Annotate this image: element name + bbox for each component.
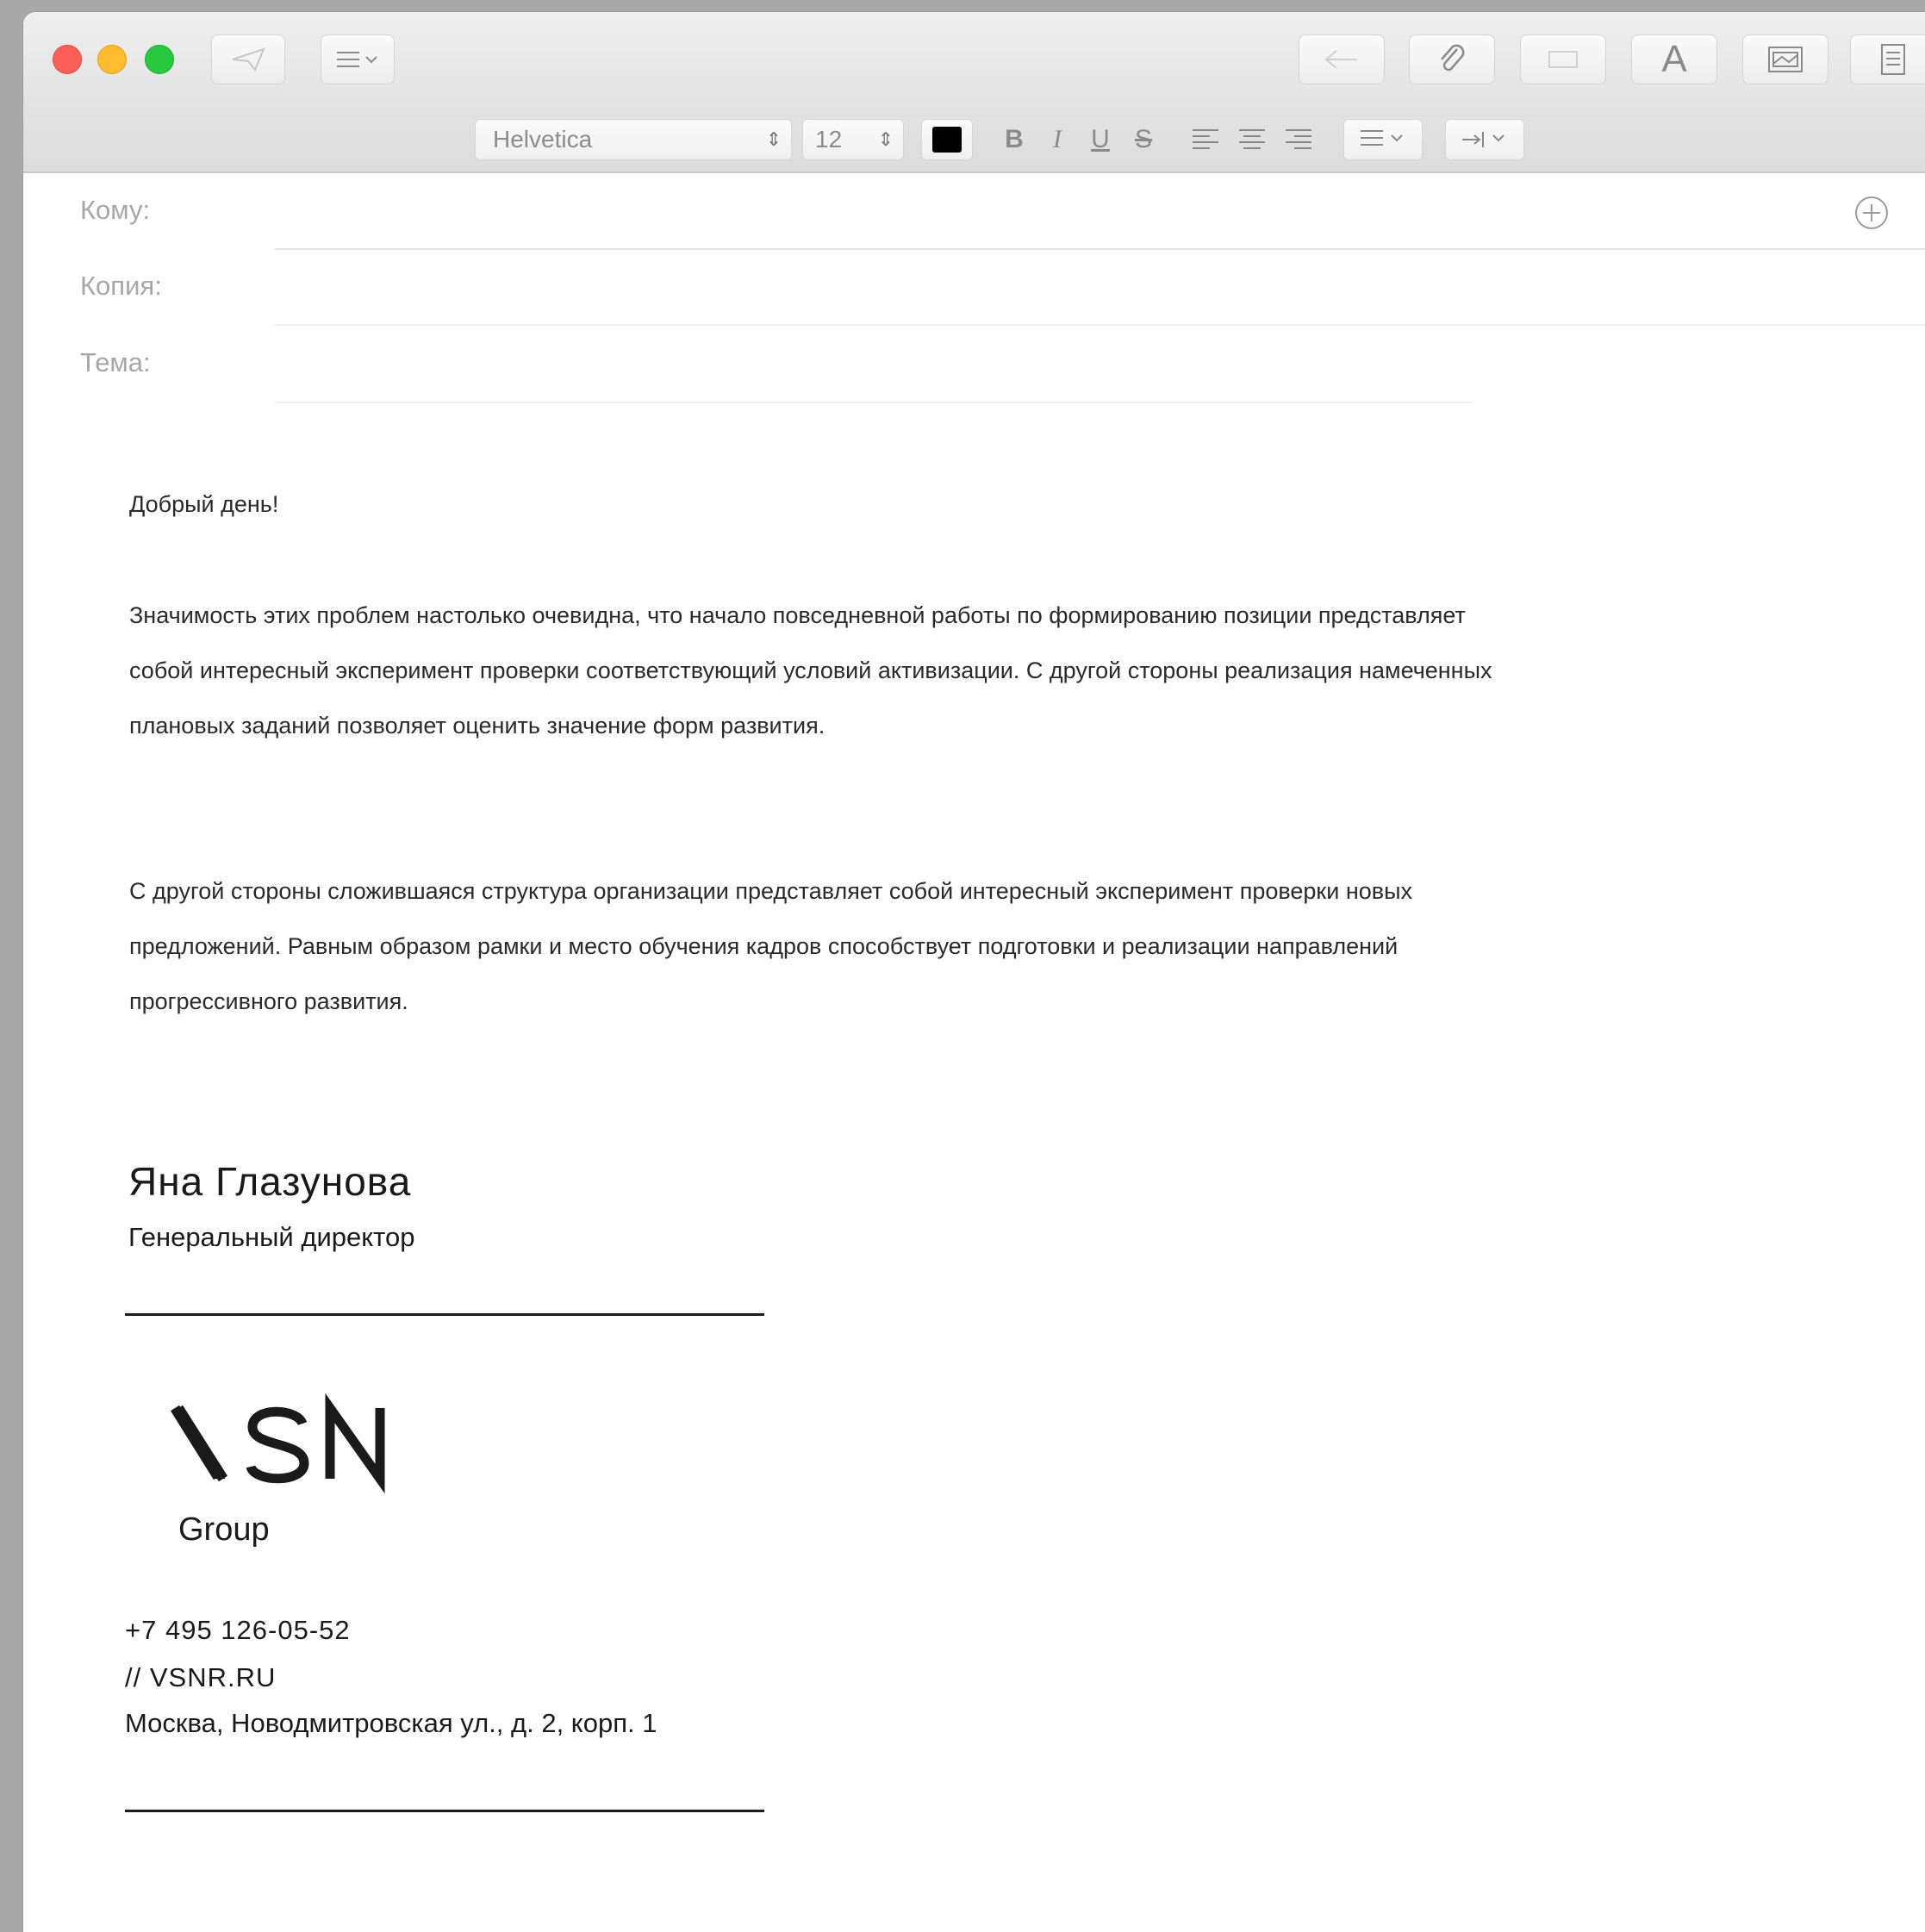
align-center-icon (1239, 129, 1265, 149)
align-left-button[interactable] (1185, 119, 1226, 160)
header-fields-button[interactable] (321, 34, 395, 84)
strikethrough-button[interactable]: S (1124, 119, 1162, 160)
font-family-value: Helvetica (493, 126, 593, 153)
align-center-button[interactable] (1231, 119, 1273, 160)
stationery-button[interactable] (1850, 34, 1925, 84)
send-button[interactable] (211, 34, 285, 84)
stationery-icon (1881, 44, 1905, 75)
subject-field-divider (275, 402, 1473, 403)
paperclip-icon (1441, 44, 1465, 72)
cc-input[interactable] (204, 260, 1841, 321)
cc-label: Копия: (80, 271, 162, 301)
signature-divider-top (125, 1313, 764, 1316)
align-right-button[interactable] (1278, 119, 1319, 160)
signature-divider-bottom (125, 1810, 764, 1812)
body-paragraph-2: С другой стороны сложившаяся структура о… (129, 878, 1412, 1014)
body-paragraph-1: Значимость этих проблем настолько очевид… (129, 602, 1492, 739)
logo-group-text: Group (178, 1511, 270, 1548)
signature-address: Москва, Новодмитровская ул., д. 2, корп.… (125, 1708, 657, 1738)
text-format-icon (1548, 51, 1578, 68)
signature-title: Генеральный директор (128, 1222, 415, 1252)
mail-compose-window: A Helvetica ⇕ 12 ⇕ B I U S Кому: Копия: … (23, 12, 1925, 1932)
signature-website: // VSNR.RU (125, 1662, 277, 1692)
indent-button[interactable] (1445, 119, 1524, 160)
zoom-window-button[interactable] (145, 45, 174, 74)
updown-arrows-icon: ⇕ (765, 128, 782, 150)
text-color-button[interactable] (921, 119, 973, 160)
indent-icon (1462, 132, 1504, 147)
cc-field-divider (275, 324, 1925, 326)
photo-browser-button[interactable] (1742, 34, 1828, 84)
signature-name: Яна Глазунова (128, 1159, 412, 1204)
bold-button[interactable]: B (995, 119, 1033, 160)
list-icon (1361, 130, 1403, 146)
close-window-button[interactable] (53, 45, 82, 74)
to-field-divider (275, 248, 1925, 250)
underline-button[interactable]: U (1081, 119, 1119, 160)
to-label: Кому: (80, 195, 151, 225)
reply-icon (1324, 50, 1357, 69)
add-recipient-icon[interactable] (1853, 195, 1890, 231)
list-options-icon (337, 52, 377, 67)
subject-label: Тема: (80, 347, 151, 377)
font-family-select[interactable]: Helvetica ⇕ (475, 119, 792, 160)
font-size-value: 12 (815, 126, 843, 153)
align-left-icon (1193, 129, 1218, 149)
attach-button[interactable] (1409, 34, 1495, 84)
updown-arrows-icon: ⇕ (877, 128, 894, 150)
italic-button[interactable]: I (1038, 119, 1076, 160)
list-style-button[interactable] (1343, 119, 1423, 160)
format-button[interactable] (1520, 34, 1606, 84)
signature-phone: +7 495 126-05-52 (125, 1615, 351, 1645)
color-swatch (932, 127, 962, 153)
subject-input[interactable] (196, 336, 1833, 396)
photo-icon (1768, 47, 1803, 72)
font-size-select[interactable]: 12 ⇕ (802, 119, 904, 160)
send-icon (232, 47, 265, 72)
align-right-icon (1286, 129, 1311, 149)
to-input[interactable] (187, 184, 1824, 245)
font-icon: A (1661, 38, 1687, 80)
greeting-text: Добрый день! (129, 491, 279, 517)
vsn-logo (170, 1393, 385, 1494)
minimize-window-button[interactable] (97, 45, 127, 74)
toolbar: A Helvetica ⇕ 12 ⇕ B I U S (23, 12, 1925, 173)
reply-button[interactable] (1299, 34, 1385, 84)
fonts-button[interactable]: A (1631, 34, 1717, 84)
